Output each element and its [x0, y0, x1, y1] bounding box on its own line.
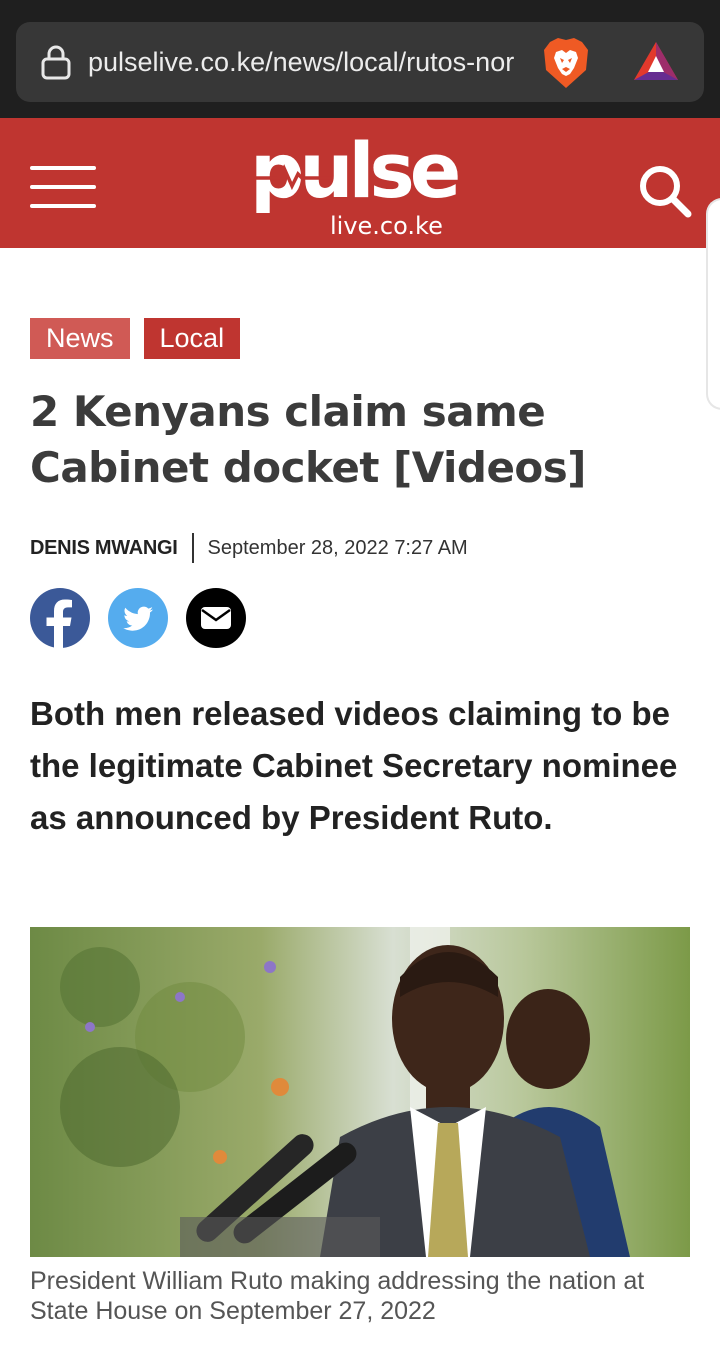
- twitter-share-button[interactable]: [108, 588, 168, 648]
- pulse-logo[interactable]: pulse live.co.ke: [250, 126, 470, 244]
- tag-local[interactable]: Local: [143, 318, 241, 359]
- logo-domain: live.co.ke: [330, 212, 443, 240]
- facebook-share-button[interactable]: [30, 588, 90, 648]
- bat-rewards-icon[interactable]: [632, 40, 680, 84]
- url-text[interactable]: pulselive.co.ke/news/local/rutos-nor: [88, 44, 528, 80]
- facebook-icon: [46, 599, 72, 648]
- share-buttons: [30, 588, 264, 648]
- email-share-button[interactable]: [186, 588, 246, 648]
- article-hero-image[interactable]: [30, 927, 690, 1257]
- image-caption: President William Ruto making addressing…: [30, 1267, 645, 1325]
- brave-shield-icon[interactable]: [542, 36, 590, 90]
- president-photo: [30, 927, 690, 1257]
- site-header: pulse live.co.ke: [0, 118, 720, 248]
- article-headline: 2 Kenyans claim same Cabinet docket [Vid…: [30, 387, 586, 492]
- publish-date: September 28, 2022 7:27 AM: [207, 536, 468, 559]
- lock-icon: [41, 45, 71, 80]
- heartbeat-icon: [256, 164, 332, 190]
- byline: DENIS MWANGI September 28, 2022 7:27 AM: [30, 532, 468, 564]
- tag-news[interactable]: News: [30, 318, 130, 359]
- author-name[interactable]: DENIS MWANGI: [30, 537, 178, 560]
- article-lead: Both men released videos claiming to be …: [30, 695, 678, 836]
- address-bar[interactable]: pulselive.co.ke/news/local/rutos-nor: [16, 22, 704, 102]
- byline-divider: [191, 533, 194, 563]
- side-drawer-handle[interactable]: [706, 198, 720, 410]
- category-tags: News Local: [30, 318, 254, 359]
- browser-toolbar: pulselive.co.ke/news/local/rutos-nor: [0, 0, 720, 118]
- twitter-icon: [123, 606, 153, 631]
- hamburger-menu-icon[interactable]: [30, 166, 96, 208]
- search-icon[interactable]: [636, 162, 692, 218]
- email-icon: [201, 607, 231, 629]
